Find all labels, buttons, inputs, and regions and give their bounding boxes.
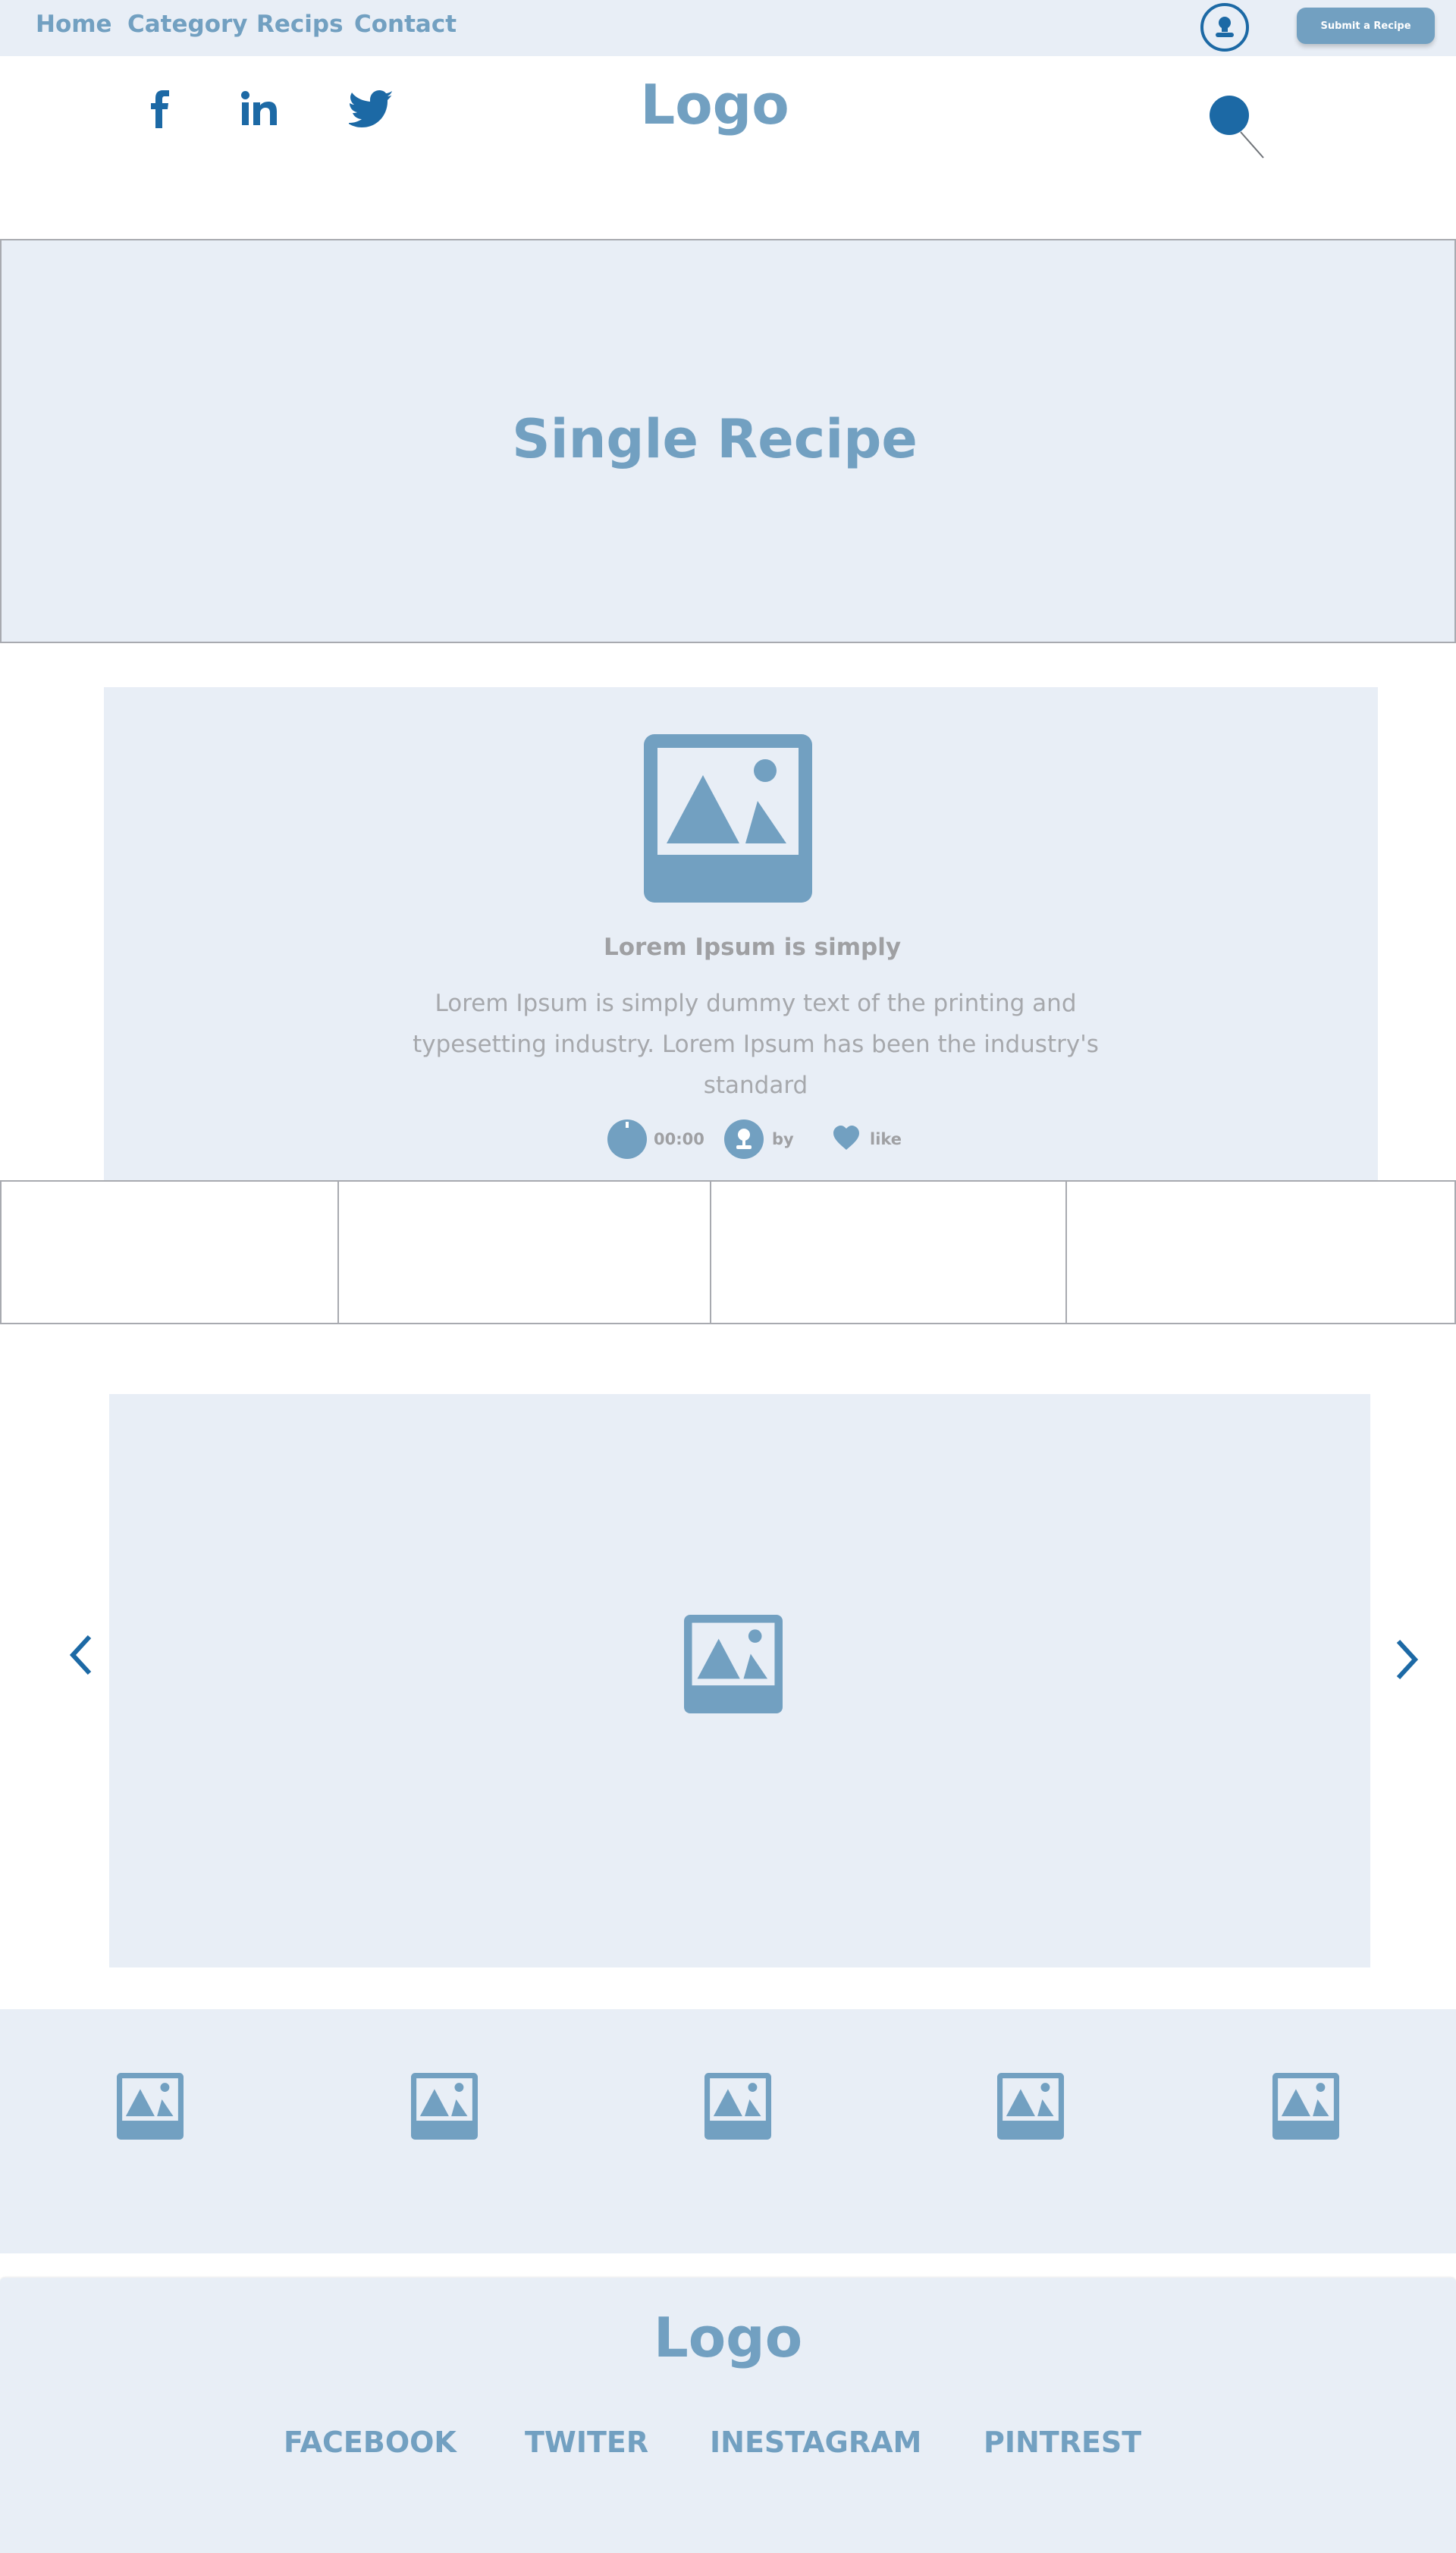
image-icon xyxy=(997,2073,1064,2140)
strip-divider xyxy=(1065,1180,1067,1324)
submit-recipe-button[interactable]: Submit a Recipe xyxy=(1297,8,1435,44)
chevron-left-icon xyxy=(69,1634,92,1675)
info-strip xyxy=(0,1180,1456,1324)
heart-icon xyxy=(833,1126,859,1150)
recipe-description: Lorem Ipsum is simply dummy text of the … xyxy=(413,990,1099,1099)
recipe-author[interactable]: by xyxy=(772,1130,794,1148)
image-icon xyxy=(1272,2073,1339,2140)
image-icon xyxy=(644,734,812,903)
user-account-button[interactable] xyxy=(1200,3,1249,52)
nav-link-recips[interactable]: Recips xyxy=(256,11,344,38)
thumbnail-image[interactable] xyxy=(704,2073,771,2140)
recipe-image-placeholder xyxy=(644,734,812,903)
clock-icon xyxy=(607,1119,647,1159)
chevron-right-icon xyxy=(1396,1639,1419,1680)
recipe-title[interactable]: Lorem Ipsum is simply xyxy=(104,934,1401,961)
image-icon xyxy=(684,1615,783,1713)
author-icon xyxy=(724,1119,764,1159)
image-icon xyxy=(411,2073,478,2140)
slider-next-arrow[interactable] xyxy=(1391,1637,1421,1682)
nav-link-contact[interactable]: Contact xyxy=(354,11,457,38)
nav-link-home[interactable]: Home xyxy=(36,11,112,38)
footer-link-pinterest[interactable]: PINTREST xyxy=(984,2426,1141,2459)
search-button[interactable] xyxy=(1207,96,1268,161)
footer-link-facebook[interactable]: FACEBOOK xyxy=(284,2426,457,2459)
hero-title: Single Recipe xyxy=(512,408,918,470)
recipe-time: 00:00 xyxy=(654,1130,704,1148)
thumbnail-image[interactable] xyxy=(997,2073,1064,2140)
footer-link-instagram[interactable]: INESTAGRAM xyxy=(710,2426,921,2459)
user-icon xyxy=(1216,17,1234,37)
like-button[interactable] xyxy=(833,1126,860,1151)
slider-image-placeholder xyxy=(684,1615,783,1713)
thumbnail-image[interactable] xyxy=(117,2073,184,2140)
strip-divider xyxy=(337,1180,339,1324)
search-icon xyxy=(1210,96,1264,159)
footer-link-twitter[interactable]: TWITER xyxy=(525,2426,648,2459)
image-icon xyxy=(117,2073,184,2140)
thumbnail-image[interactable] xyxy=(1272,2073,1339,2140)
image-icon xyxy=(704,2073,771,2140)
like-label[interactable]: like xyxy=(870,1130,902,1148)
strip-divider xyxy=(710,1180,711,1324)
thumbnail-image[interactable] xyxy=(411,2073,478,2140)
nav-link-category[interactable]: Category xyxy=(127,11,248,38)
footer-logo[interactable]: Logo xyxy=(0,2306,1456,2369)
slider-prev-arrow[interactable] xyxy=(67,1632,97,1678)
